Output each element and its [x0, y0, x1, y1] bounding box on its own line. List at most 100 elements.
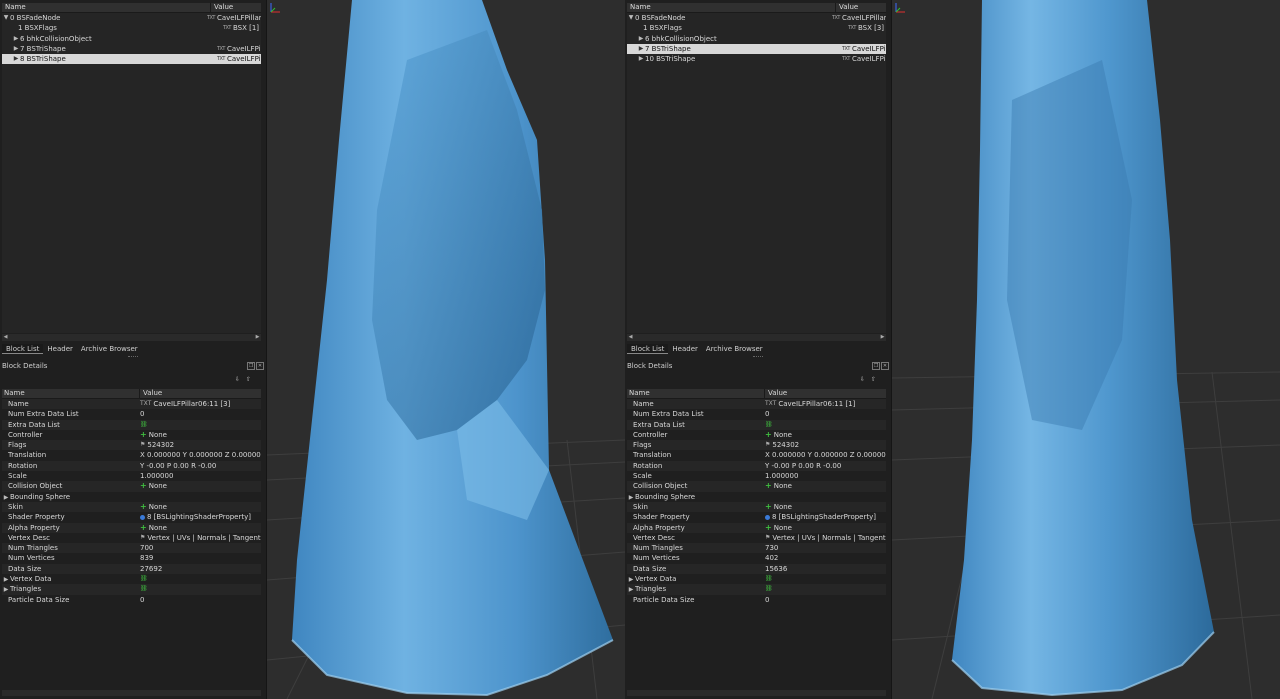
- detail-row[interactable]: ▶ Triangles ⛓: [627, 584, 886, 595]
- detail-row[interactable]: Collision Object + None: [2, 481, 261, 492]
- right-details-scrollbar[interactable]: [627, 690, 886, 696]
- collapse-all-icon[interactable]: ⇩: [235, 376, 240, 383]
- add-icon[interactable]: +: [140, 502, 147, 512]
- detail-row[interactable]: ▶ Vertex Data ⛓: [627, 574, 886, 584]
- add-icon[interactable]: +: [140, 430, 147, 440]
- detail-row[interactable]: Name TXT CaveILFPillar06:11 [3]: [2, 399, 261, 410]
- right-tree-row-4[interactable]: ▶10 BSTriShape TXTCaveILFPillar...: [627, 54, 886, 64]
- expand-icon[interactable]: ▶: [637, 44, 645, 54]
- expand-icon[interactable]: ▶: [2, 493, 10, 502]
- expand-icon[interactable]: ▶: [637, 34, 645, 44]
- detail-row[interactable]: Shader Property 8 [BSLightingShaderProper…: [2, 512, 261, 522]
- detail-row[interactable]: Num Extra Data List 0: [2, 409, 261, 419]
- detail-row[interactable]: Vertex Desc ⚑ Vertex | UVs | Normals | Tan…: [627, 533, 886, 543]
- expand-icon[interactable]: ▶: [2, 585, 10, 594]
- link-icon[interactable]: ⛓: [140, 584, 148, 594]
- expand-all-icon[interactable]: ⇧: [246, 376, 251, 383]
- collapse-icon[interactable]: ▼: [627, 13, 635, 23]
- detail-row[interactable]: Particle Data Size 0: [627, 595, 886, 605]
- right-tree-scrollbar[interactable]: ◀ ▶: [627, 334, 886, 341]
- add-icon[interactable]: +: [140, 523, 147, 533]
- left-tree-scrollbar[interactable]: ◀ ▶: [2, 334, 261, 341]
- detail-row[interactable]: Skin + None: [2, 501, 261, 513]
- tab-archive-browser[interactable]: Archive Browser: [77, 344, 142, 354]
- detail-row[interactable]: ▶ Bounding Sphere: [2, 492, 261, 502]
- detail-row[interactable]: Num Vertices 839: [2, 553, 261, 563]
- expand-icon[interactable]: ▶: [627, 585, 635, 594]
- expand-icon[interactable]: ▶: [12, 44, 20, 54]
- add-icon[interactable]: +: [765, 481, 772, 491]
- link-icon[interactable]: ⛓: [140, 574, 148, 584]
- detail-row[interactable]: Alpha Property + None: [2, 522, 261, 533]
- detail-row[interactable]: Skin + None: [627, 501, 886, 513]
- expand-all-icon[interactable]: ⇧: [871, 376, 876, 383]
- left-details-scrollbar[interactable]: [2, 690, 261, 696]
- detail-row[interactable]: Collision Object + None: [627, 481, 886, 492]
- left-tree-row-4-selected[interactable]: ▶8 BSTriShape TXTCaveILFPillar...: [2, 54, 261, 65]
- close-icon[interactable]: ✕: [881, 362, 889, 370]
- scroll-right-icon[interactable]: ▶: [254, 334, 261, 341]
- detail-row[interactable]: ▶ Triangles ⛓: [2, 584, 261, 595]
- detail-row[interactable]: Num Triangles 730: [627, 543, 886, 554]
- detail-row[interactable]: ▶ Vertex Data ⛓: [2, 574, 261, 584]
- details-col-value[interactable]: Value: [765, 389, 886, 398]
- expand-icon[interactable]: ▶: [637, 54, 645, 64]
- link-icon[interactable]: ⛓: [765, 420, 773, 430]
- right-tree-row-3-selected[interactable]: ▶7 BSTriShape TXTCaveILFPillar...: [627, 43, 886, 55]
- detail-row[interactable]: Extra Data List ⛓: [2, 419, 261, 430]
- link-icon[interactable]: ⛓: [140, 420, 148, 430]
- detail-row[interactable]: ▶ Bounding Sphere: [627, 492, 886, 502]
- detail-row[interactable]: Vertex Desc ⚑ Vertex | UVs | Normals | Tan…: [2, 533, 261, 543]
- detail-row[interactable]: Shader Property 8 [BSLightingShaderProper…: [627, 512, 886, 522]
- add-icon[interactable]: +: [765, 430, 772, 440]
- detail-row[interactable]: Flags ⚑ 524302: [627, 440, 886, 451]
- collapse-icon[interactable]: ▼: [2, 13, 10, 23]
- link-icon[interactable]: ⛓: [765, 574, 773, 584]
- right-tree-col-name[interactable]: Name: [627, 3, 836, 12]
- details-col-name[interactable]: Name: [627, 389, 765, 398]
- left-tree-col-name[interactable]: Name: [2, 3, 211, 12]
- left-tree-col-value[interactable]: Value: [211, 3, 261, 12]
- right-tree-row-2[interactable]: ▶ 6 bhkCollisionObject: [627, 34, 886, 44]
- detail-row[interactable]: Rotation Y -0.00 P 0.00 R -0.00: [2, 460, 261, 472]
- detail-row[interactable]: Name TXT CaveILFPillar06:11 [1]: [627, 399, 886, 410]
- detail-row[interactable]: Data Size 27692: [2, 563, 261, 575]
- detail-row[interactable]: Num Vertices 402: [627, 553, 886, 563]
- details-col-value[interactable]: Value: [140, 389, 261, 398]
- add-icon[interactable]: +: [765, 502, 772, 512]
- detail-row[interactable]: Alpha Property + None: [627, 522, 886, 533]
- detail-row[interactable]: Controller + None: [627, 430, 886, 440]
- detail-row[interactable]: Scale 1.000000: [2, 471, 261, 481]
- scroll-right-icon[interactable]: ▶: [879, 334, 886, 341]
- details-col-name[interactable]: Name: [2, 389, 140, 398]
- link-icon[interactable]: ⛓: [765, 584, 773, 594]
- add-icon[interactable]: +: [765, 523, 772, 533]
- left-tree-row-1[interactable]: 1 BSXFlags TXT BSX [1]: [2, 23, 261, 33]
- detail-row[interactable]: Scale 1.000000: [627, 471, 886, 481]
- tab-header[interactable]: Header: [43, 344, 77, 354]
- tab-header[interactable]: Header: [668, 344, 702, 354]
- detail-row[interactable]: Translation X 0.000000 Y 0.000000 Z 0.000…: [627, 450, 886, 460]
- float-icon[interactable]: ❐: [247, 362, 255, 370]
- splitter-handle[interactable]: [128, 356, 138, 359]
- tab-block-list[interactable]: Block List: [2, 344, 44, 354]
- detail-row[interactable]: Num Extra Data List 0: [627, 409, 886, 419]
- collapse-all-icon[interactable]: ⇩: [860, 376, 865, 383]
- add-icon[interactable]: +: [140, 481, 147, 491]
- detail-row[interactable]: Translation X 0.000000 Y 0.000000 Z 0.000…: [2, 450, 261, 460]
- left-tree-row-0[interactable]: ▼0 BSFadeNode TXTCaveILFPillar...: [2, 13, 261, 23]
- right-tree-col-value[interactable]: Value: [836, 3, 886, 12]
- float-icon[interactable]: ❐: [872, 362, 880, 370]
- detail-row[interactable]: Flags ⚑ 524302: [2, 440, 261, 451]
- left-tree-row-2[interactable]: ▶ 6 bhkCollisionObject: [2, 34, 261, 44]
- detail-row[interactable]: Particle Data Size 0: [2, 595, 261, 605]
- expand-icon[interactable]: ▶: [627, 575, 635, 584]
- detail-row[interactable]: Extra Data List ⛓: [627, 419, 886, 430]
- right-tree-row-1[interactable]: 1 BSXFlags TXT BSX [3]: [627, 23, 886, 33]
- left-3d-viewport[interactable]: [267, 0, 625, 699]
- splitter-handle[interactable]: [753, 356, 763, 359]
- scroll-left-icon[interactable]: ◀: [627, 334, 634, 341]
- detail-row[interactable]: Num Triangles 700: [2, 543, 261, 554]
- expand-icon[interactable]: ▶: [12, 54, 20, 64]
- scroll-left-icon[interactable]: ◀: [2, 334, 9, 341]
